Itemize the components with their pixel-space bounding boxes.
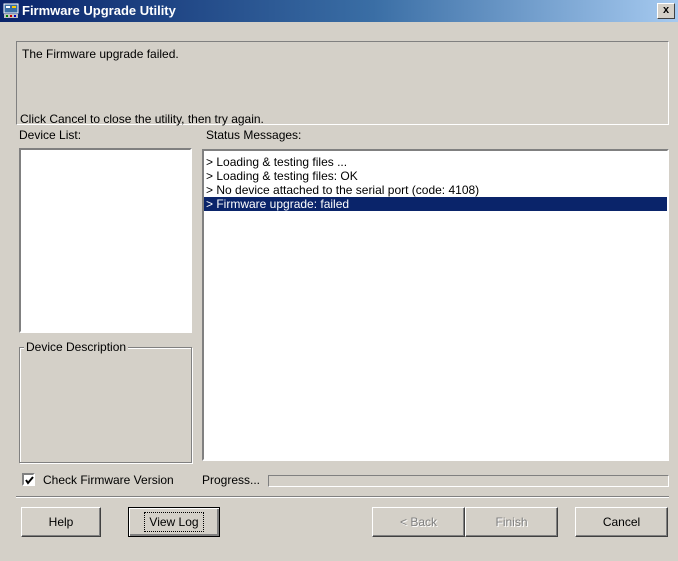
finish-button[interactable]: Finish <box>465 507 558 537</box>
check-firmware-label[interactable]: Check Firmware Version <box>43 473 174 487</box>
progress-label: Progress... <box>202 473 261 487</box>
status-line[interactable]: > No device attached to the serial port … <box>204 183 667 197</box>
status-messages-label: Status Messages: <box>206 128 302 142</box>
window-title: Firmware Upgrade Utility <box>22 3 176 18</box>
close-icon: x <box>662 4 670 16</box>
view-log-button[interactable]: View Log <box>128 507 220 537</box>
app-icon <box>3 3 19 18</box>
back-button[interactable]: < Back <box>372 507 465 537</box>
cancel-button-label: Cancel <box>602 515 641 529</box>
message-panel: The Firmware upgrade failed. Click Cance… <box>16 41 669 126</box>
status-line-selected[interactable]: > Firmware upgrade: failed <box>204 197 667 211</box>
help-button[interactable]: Help <box>21 507 101 537</box>
help-button-label: Help <box>48 515 74 529</box>
device-list-label: Device List: <box>19 128 82 142</box>
failure-message: The Firmware upgrade failed. <box>22 47 179 61</box>
checkmark-icon <box>25 476 34 485</box>
back-button-label: < Back <box>399 515 438 529</box>
close-button[interactable]: x <box>657 3 675 19</box>
view-log-button-label: View Log <box>144 512 204 532</box>
finish-button-label: Finish <box>495 515 528 529</box>
device-description-label: Device Description <box>24 340 129 354</box>
cancel-button[interactable]: Cancel <box>575 507 668 537</box>
title-bar[interactable]: Firmware Upgrade Utility x <box>0 0 678 22</box>
status-messages-list[interactable]: > Loading & testing files ... > Loading … <box>202 149 669 461</box>
status-line[interactable]: > Loading & testing files ... <box>204 155 667 169</box>
separator <box>16 496 669 498</box>
firmware-upgrade-window: Firmware Upgrade Utility x The Firmware … <box>0 0 678 561</box>
check-firmware-checkbox[interactable] <box>22 473 35 486</box>
device-list[interactable] <box>19 148 192 333</box>
instruction-message: Click Cancel to close the utility, then … <box>20 112 264 126</box>
progress-bar <box>268 475 669 487</box>
status-line[interactable]: > Loading & testing files: OK <box>204 169 667 183</box>
device-description-group: Device Description <box>19 340 192 463</box>
